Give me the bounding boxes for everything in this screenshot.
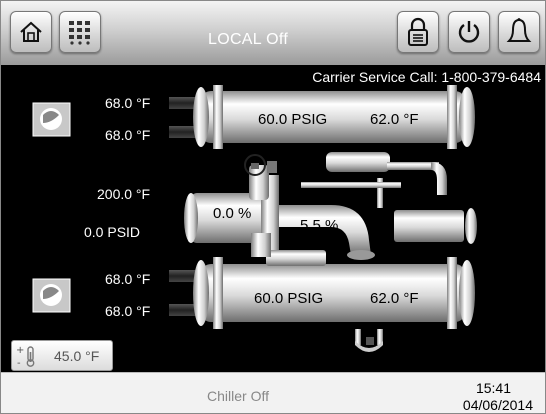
condenser-temperature: 62.0 °F bbox=[370, 111, 419, 128]
svg-text:-: - bbox=[17, 358, 21, 368]
chiller-screen: LOCAL Off Carrier Service Call: 1-800-37… bbox=[0, 0, 546, 414]
evaporator-temperature: 62.0 °F bbox=[370, 290, 419, 307]
control-status: LOCAL Off bbox=[208, 31, 289, 48]
svg-text:+: + bbox=[16, 345, 24, 356]
condenser-water-in-temp: 68.0 °F bbox=[105, 95, 151, 111]
start-stop-button[interactable] bbox=[448, 11, 490, 53]
setpoint-thermometer-icon: + - bbox=[16, 345, 35, 368]
lock-icon bbox=[408, 17, 428, 46]
evaporator-water-in-temp: 68.0 °F bbox=[105, 271, 151, 287]
condenser-water-out-temp: 68.0 °F bbox=[105, 127, 151, 143]
condenser-pump-icon bbox=[32, 102, 71, 137]
alarms-button[interactable] bbox=[498, 11, 540, 53]
evaporator-pump-icon bbox=[32, 278, 71, 313]
bottom-bar: Chiller Off 15:41 04/06/2014 bbox=[1, 372, 545, 413]
compressor-load-left: 0.0 % bbox=[213, 205, 252, 222]
oil-pressure: 0.0 PSID bbox=[84, 224, 141, 240]
power-icon bbox=[458, 21, 480, 43]
condenser-vessel bbox=[193, 85, 475, 149]
condenser-pressure: 60.0 PSIG bbox=[258, 111, 328, 128]
clock-time: 15:41 bbox=[475, 380, 511, 396]
evaporator-water-out-temp: 68.0 °F bbox=[105, 303, 151, 319]
evaporator-vessel bbox=[193, 257, 475, 329]
menu-grid-icon bbox=[69, 21, 90, 45]
login-button[interactable] bbox=[397, 11, 439, 53]
home-button[interactable] bbox=[10, 11, 52, 53]
home-icon bbox=[20, 21, 42, 42]
compressor-load-right: 5.5 % bbox=[300, 217, 339, 234]
compressor-discharge-temp: 200.0 °F bbox=[97, 186, 151, 202]
main-menu-button[interactable] bbox=[59, 11, 101, 53]
evaporator-pressure: 60.0 PSIG bbox=[254, 290, 324, 307]
alarm-bell-icon bbox=[506, 18, 532, 42]
setpoint-value: 45.0 °F bbox=[54, 347, 100, 364]
chiller-schematic bbox=[32, 85, 477, 352]
clock-date: 04/06/2014 bbox=[462, 397, 533, 413]
top-bar: LOCAL Off bbox=[1, 1, 545, 65]
setpoint-button[interactable]: + - 45.0 °F bbox=[11, 340, 113, 371]
chiller-status: Chiller Off bbox=[207, 388, 269, 404]
